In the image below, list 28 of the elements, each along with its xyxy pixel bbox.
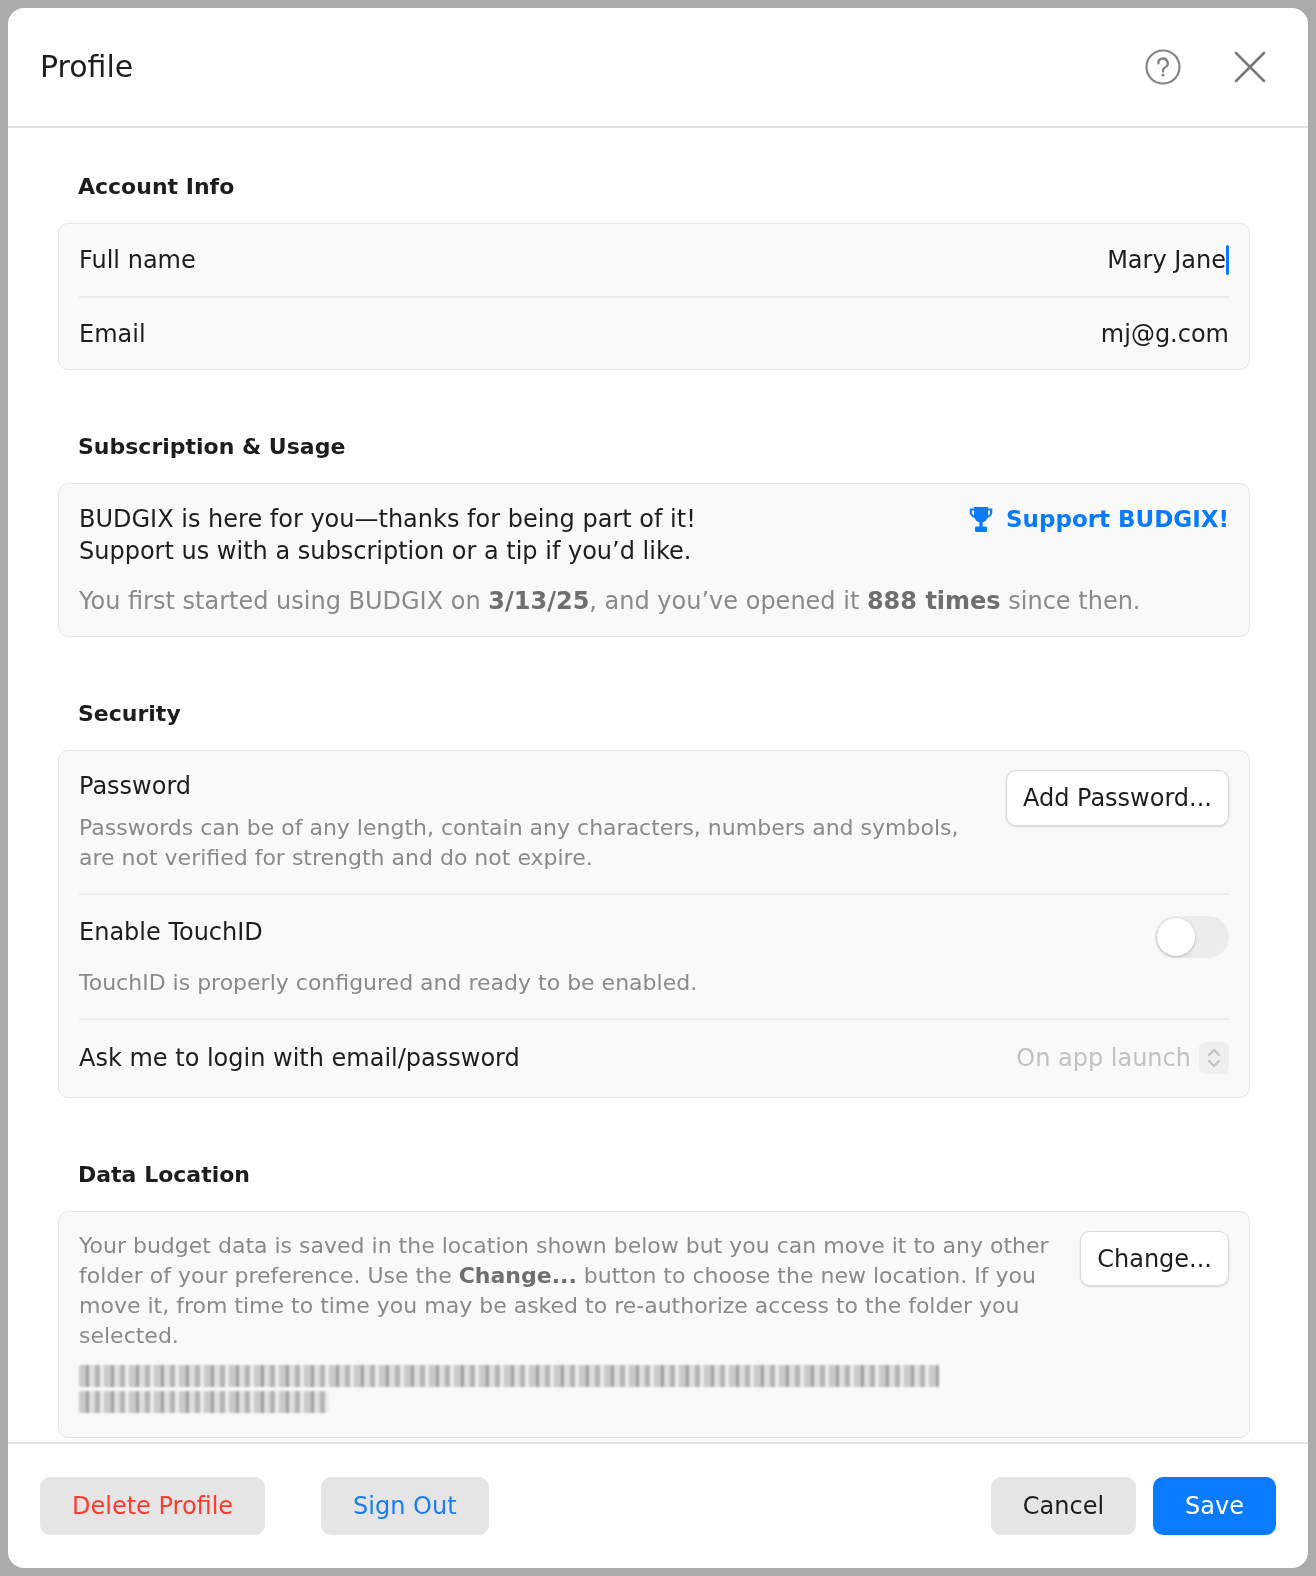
setting-description: Passwords can be of any length, contain any characters, numbers and symbols, are not verified for strength and do not expire. <box>79 814 960 872</box>
text-field[interactable]: mj@g.com <box>1100 317 1229 350</box>
trophy-icon <box>969 505 993 533</box>
field-label: Full name <box>79 245 196 276</box>
usage-text: You first started using BUDGIX on 3/13/25, and you’ve opened it 888 times since then. <box>79 586 1141 616</box>
section-heading: Data Location <box>78 1161 250 1189</box>
help-icon[interactable] <box>1145 49 1181 85</box>
support-message: BUDGIX is here for you—thanks for being part of it! Support us with a subscription or a tip if you’d like. <box>79 504 696 567</box>
text-field[interactable]: Mary Jane <box>1107 244 1229 276</box>
setting-description: TouchID is properly configured and ready to be enabled. <box>79 969 698 997</box>
setting-label: Enable TouchID <box>79 917 263 948</box>
close-icon[interactable] <box>1234 51 1266 83</box>
touchid-toggle[interactable] <box>1155 916 1229 958</box>
field-label: Email <box>79 318 146 350</box>
section-heading: Security <box>78 700 181 728</box>
text-cursor-icon <box>1226 245 1229 275</box>
cancel-button[interactable]: Cancel <box>990 1477 1137 1535</box>
location-description: Your budget data is saved in the location shown below but you can move it to any other folder of your preference. Use the Change... button to choose the new location. If you move it, from time to time you may be asked to re-authorize access to the folder you selected. <box>79 1232 1050 1350</box>
section-heading: Account Info <box>78 173 235 201</box>
setting-label: Ask me to login with email/password <box>79 1043 520 1074</box>
support-link[interactable]: Support BUDGIX! <box>969 503 1229 535</box>
change-button[interactable]: Change... <box>1080 1231 1229 1286</box>
stepper-icon <box>1199 1042 1229 1074</box>
save-button[interactable]: Save <box>1153 1477 1276 1535</box>
setting-label: Password <box>79 771 192 802</box>
add-password-button[interactable]: Add Password... <box>1005 770 1229 826</box>
window-title: Profile <box>40 48 134 86</box>
section-heading: Subscription & Usage <box>78 433 346 461</box>
